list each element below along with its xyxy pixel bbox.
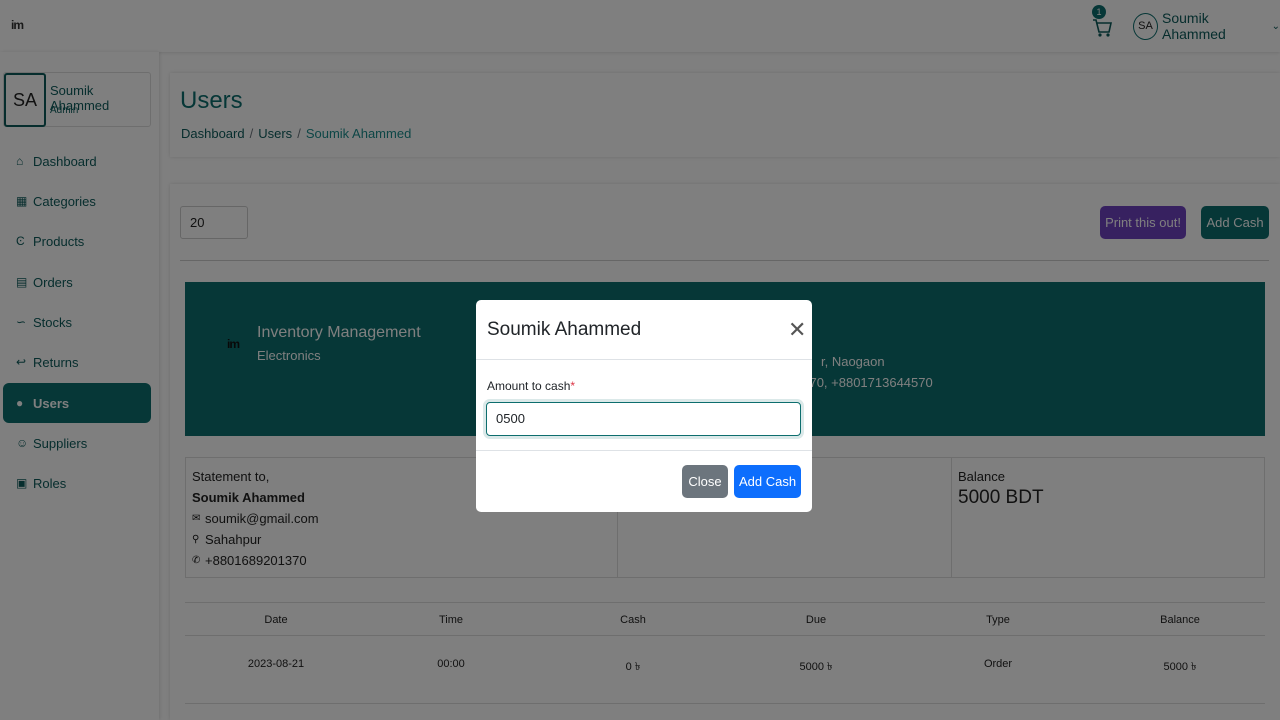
amount-input[interactable]: 0500: [486, 402, 801, 436]
add-cash-modal: Soumik Ahammed ✕ Amount to cash* 0500 Cl…: [476, 300, 812, 512]
amount-label-text: Amount to cash: [487, 379, 571, 393]
submit-add-cash-button[interactable]: Add Cash: [734, 465, 801, 498]
close-icon[interactable]: ✕: [788, 319, 806, 341]
required-mark: *: [570, 379, 576, 393]
amount-field-label: Amount to cash*: [487, 379, 575, 393]
modal-title: Soumik Ahammed: [487, 319, 642, 340]
divider: [476, 450, 812, 451]
divider: [476, 359, 812, 360]
close-button[interactable]: Close: [682, 465, 728, 498]
